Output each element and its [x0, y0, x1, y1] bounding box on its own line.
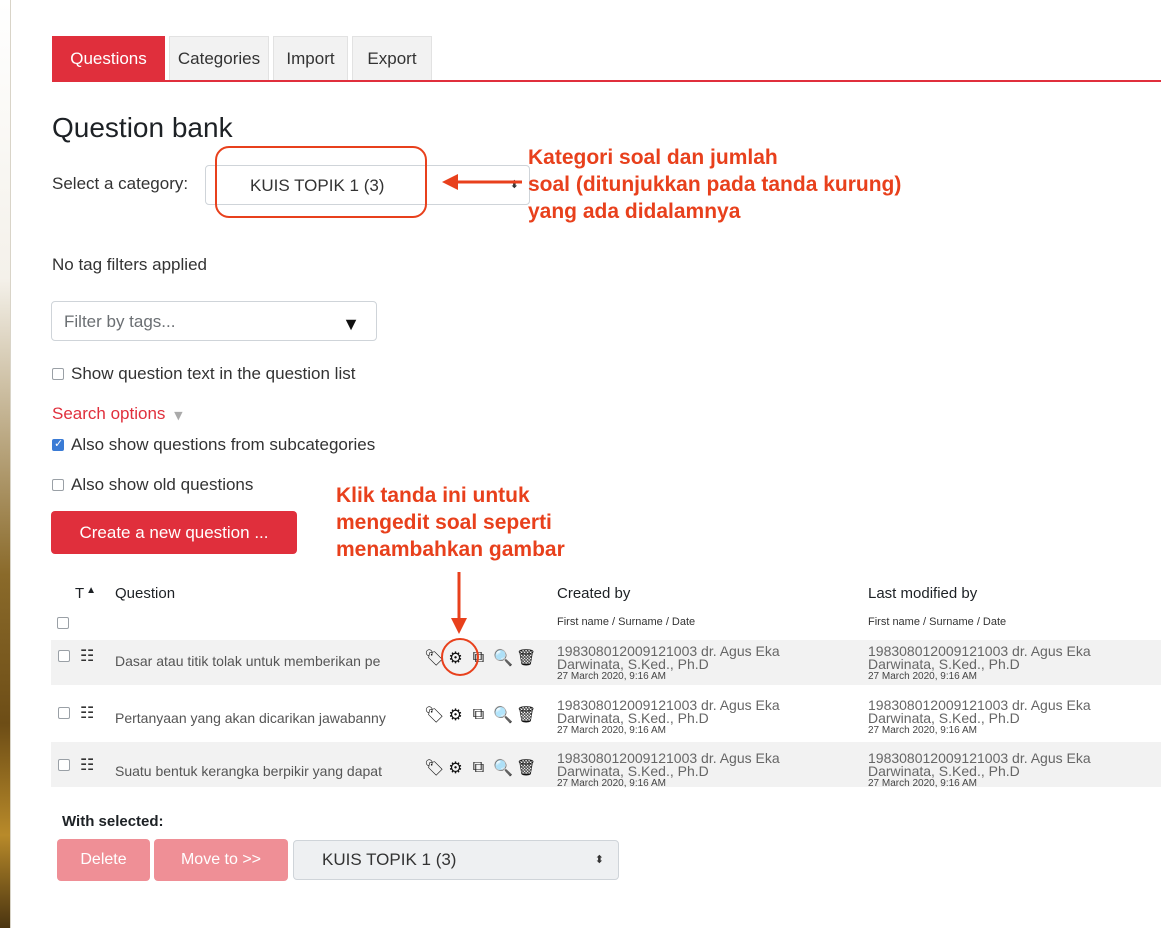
page-title: Question bank [52, 112, 233, 143]
category-highlight-oval [215, 146, 427, 218]
column-type-header[interactable]: T ▲ [75, 585, 96, 602]
show-question-text-checkbox[interactable] [52, 368, 64, 380]
modified-date: 27 March 2020, 9:16 AM [868, 778, 977, 789]
old-questions-checkbox[interactable] [52, 479, 64, 491]
duplicate-icon[interactable]: ⧉ [470, 704, 487, 724]
delete-button[interactable]: Delete [57, 839, 150, 881]
gear-icon[interactable]: ⚙ [447, 705, 464, 724]
created-date: 27 March 2020, 9:16 AM [557, 671, 666, 682]
modified-date: 27 March 2020, 9:16 AM [868, 671, 977, 682]
tag-icon[interactable]: 🏷 [424, 705, 444, 724]
modified-by-cell: 198308012009121003 dr. Agus Eka Darwinat… [868, 751, 1091, 790]
trash-icon[interactable]: 🗑 [516, 758, 536, 777]
edit-annotation-line2: mengedit soal seperti [336, 511, 552, 534]
move-target-select[interactable]: KUIS TOPIK 1 (3) ⬍ [293, 840, 619, 880]
tab-export[interactable]: Export [352, 36, 432, 81]
created-name-line2: Darwinata, S.Ked., Ph.D [557, 656, 709, 672]
sort-asc-icon: ▲ [86, 585, 97, 596]
modified-name-line2: Darwinata, S.Ked., Ph.D [868, 763, 1020, 779]
row-checkbox[interactable] [58, 759, 70, 771]
row-actions: 🏷 ⚙ ⧉ 🔍 🗑 [424, 757, 536, 777]
search-options-link[interactable]: Search options ▼ [52, 404, 183, 424]
preview-icon[interactable]: 🔍 [493, 705, 513, 724]
question-text: Dasar atau titik tolak untuk memberikan … [115, 653, 381, 669]
column-created-header[interactable]: Created by [557, 585, 630, 602]
tag-icon[interactable]: 🏷 [424, 648, 444, 667]
subcategories-label: Also show questions from subcategories [71, 435, 376, 454]
list-icon: ☷ [80, 755, 95, 774]
question-text: Pertanyaan yang akan dicarikan jawabanny [115, 710, 386, 726]
gear-highlight-circle [441, 638, 479, 676]
caret-down-icon: ▼ [174, 409, 183, 422]
edit-annotation: Klik tanda ini untuk mengedit soal seper… [336, 482, 565, 563]
tab-import[interactable]: Import [273, 36, 348, 81]
column-modified-header[interactable]: Last modified by [868, 585, 977, 602]
move-target-value: KUIS TOPIK 1 (3) [322, 850, 457, 869]
tag-filter-placeholder: Filter by tags... [64, 312, 176, 331]
created-by-cell: 198308012009121003 dr. Agus Eka Darwinat… [557, 644, 780, 683]
with-selected-label: With selected: [62, 813, 164, 830]
old-questions-label: Also show old questions [71, 475, 254, 494]
modified-by-cell: 198308012009121003 dr. Agus Eka Darwinat… [868, 644, 1091, 683]
left-arrow-icon [442, 174, 522, 190]
row-actions: 🏷 ⚙ ⧉ 🔍 🗑 [424, 704, 536, 724]
created-sort-options[interactable]: First name / Surname / Date [557, 616, 695, 628]
trash-icon[interactable]: 🗑 [516, 648, 536, 667]
created-by-cell: 198308012009121003 dr. Agus Eka Darwinat… [557, 751, 780, 790]
category-annotation-line2: soal (ditunjukkan pada tanda kurung) [528, 173, 902, 196]
left-border-line [10, 0, 11, 928]
category-annotation-line1: Kategori soal dan jumlah [528, 146, 778, 169]
tag-icon[interactable]: 🏷 [424, 758, 444, 777]
list-icon: ☷ [80, 646, 95, 665]
category-annotation: Kategori soal dan jumlah soal (ditunjukk… [528, 144, 901, 225]
preview-icon[interactable]: 🔍 [493, 758, 513, 777]
move-to-button[interactable]: Move to >> [154, 839, 288, 881]
question-text: Suatu bentuk kerangka berpikir yang dapa… [115, 763, 382, 779]
category-label: Select a category: [52, 174, 189, 193]
column-question-header[interactable]: Question [115, 585, 175, 602]
modified-date: 27 March 2020, 9:16 AM [868, 725, 977, 736]
subcategories-checkbox[interactable] [52, 437, 64, 451]
edit-annotation-line1: Klik tanda ini untuk [336, 484, 530, 507]
gear-icon[interactable]: ⚙ [447, 758, 464, 777]
row-checkbox[interactable] [58, 650, 70, 662]
down-arrow-icon [451, 572, 467, 634]
column-type-label: T [75, 585, 85, 602]
created-date: 27 March 2020, 9:16 AM [557, 778, 666, 789]
modified-sort-options[interactable]: First name / Surname / Date [868, 616, 1006, 628]
modified-by-cell: 198308012009121003 dr. Agus Eka Darwinat… [868, 698, 1091, 737]
modified-name-line2: Darwinata, S.Ked., Ph.D [868, 710, 1020, 726]
created-name-line2: Darwinata, S.Ked., Ph.D [557, 763, 709, 779]
duplicate-icon[interactable]: ⧉ [470, 757, 487, 777]
category-annotation-line3: yang ada didalamnya [528, 200, 741, 223]
tag-filter-status: No tag filters applied [52, 255, 207, 274]
list-icon: ☷ [80, 703, 95, 722]
edit-annotation-line3: menambahkan gambar [336, 538, 565, 561]
tab-categories[interactable]: Categories [169, 36, 269, 81]
dropdown-triangle-icon[interactable]: ▼ [342, 314, 360, 335]
select-all-checkbox[interactable] [57, 617, 69, 629]
modified-name-line2: Darwinata, S.Ked., Ph.D [868, 656, 1020, 672]
created-name-line2: Darwinata, S.Ked., Ph.D [557, 710, 709, 726]
search-options-label: Search options [52, 404, 166, 423]
created-date: 27 March 2020, 9:16 AM [557, 725, 666, 736]
preview-icon[interactable]: 🔍 [493, 648, 513, 667]
show-question-text-label: Show question text in the question list [71, 364, 356, 383]
row-checkbox[interactable] [58, 707, 70, 719]
trash-icon[interactable]: 🗑 [516, 705, 536, 724]
tab-questions[interactable]: Questions [52, 36, 165, 81]
created-by-cell: 198308012009121003 dr. Agus Eka Darwinat… [557, 698, 780, 737]
select-updown-icon: ⬍ [594, 854, 604, 866]
tab-underline [52, 80, 1161, 82]
tag-filter-input[interactable]: Filter by tags... ▼ [51, 301, 377, 341]
create-question-button[interactable]: Create a new question ... [51, 511, 297, 554]
